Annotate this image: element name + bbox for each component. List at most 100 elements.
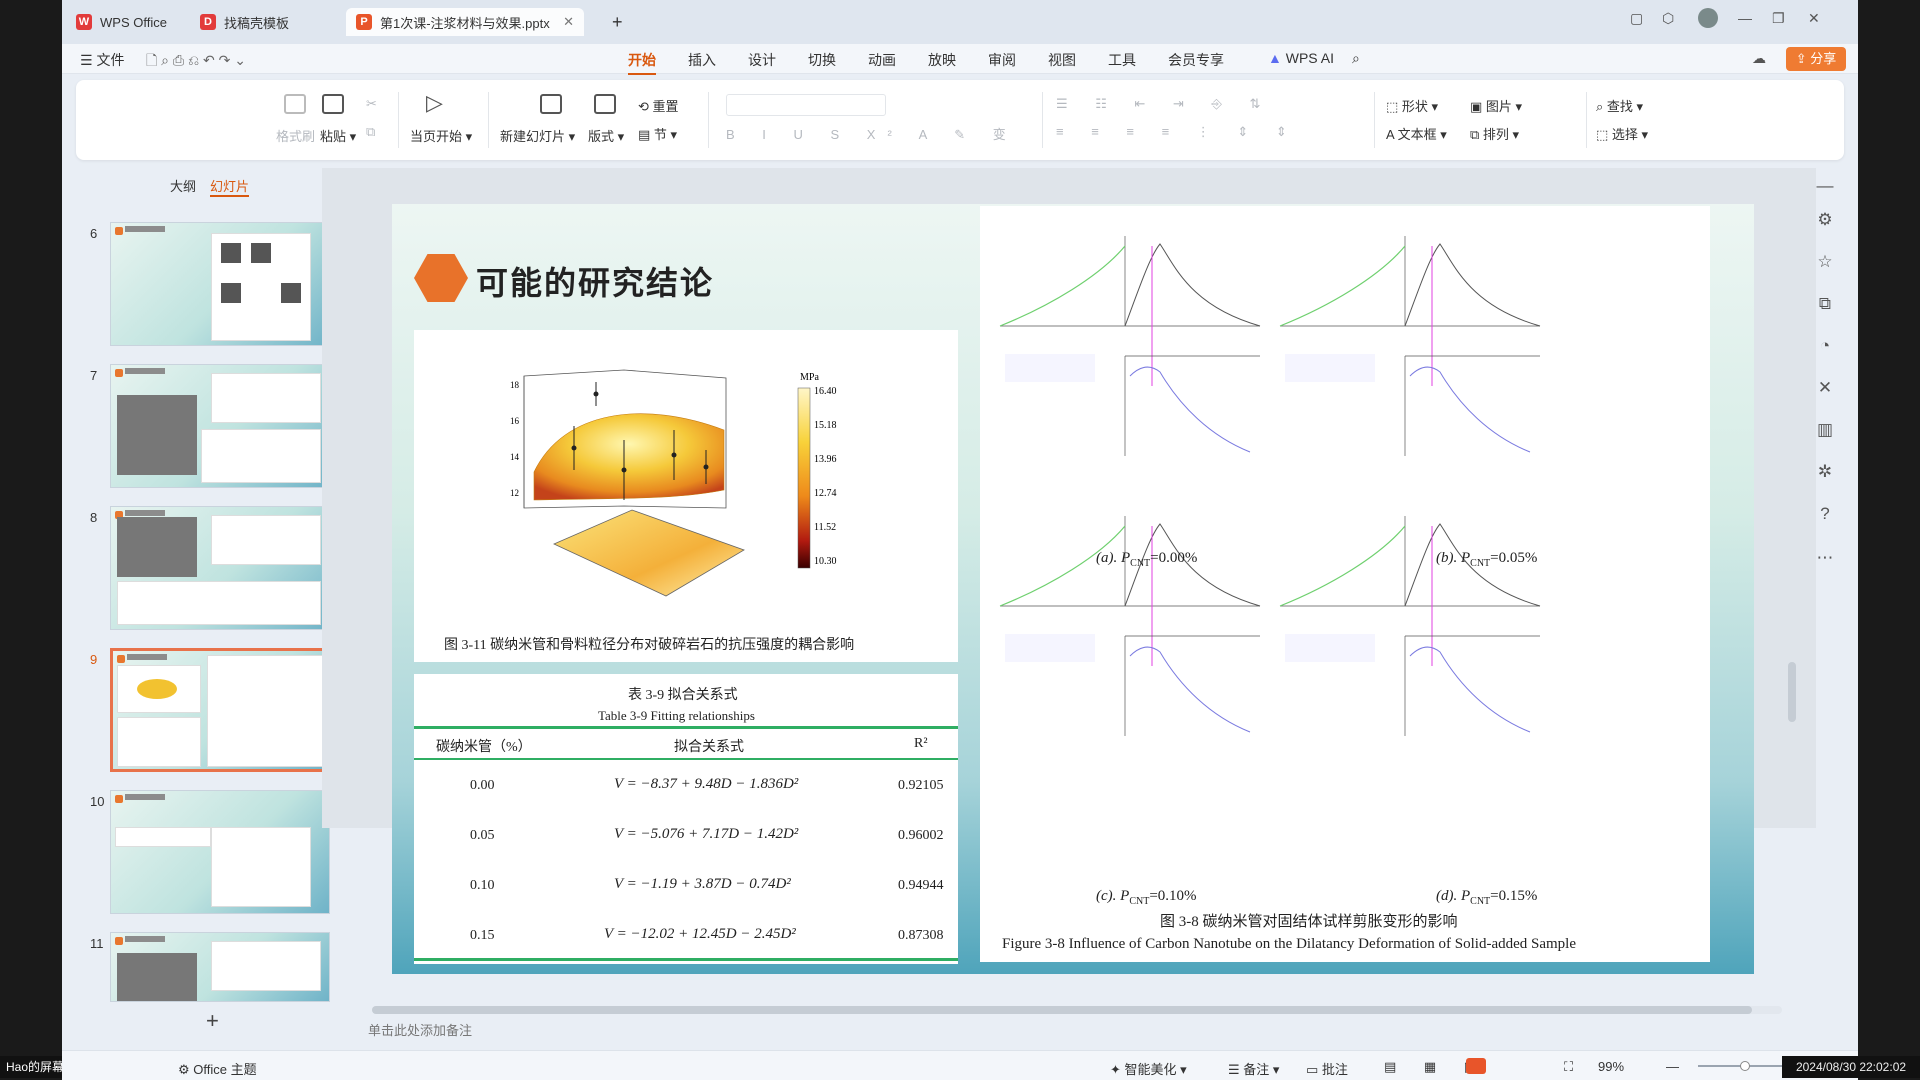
new-slide-button[interactable]: 新建幻灯片 ▾ (500, 126, 575, 145)
quick-access-icons[interactable]: 🗋 ⌕ ⎙ ⎌ ↶ ↷ ⌄ (146, 50, 246, 74)
star-icon[interactable]: ☆ (1814, 252, 1836, 274)
new-tab-button[interactable]: + (602, 8, 642, 36)
gear-icon[interactable]: ✲ (1814, 462, 1836, 484)
maximize-icon[interactable]: ❐ (1772, 10, 1785, 27)
arrange-button[interactable]: ⧉ 排列 ▾ (1470, 124, 1519, 143)
list-buttons[interactable]: ☰ ☷ ⇤ ⇥ ⎆ ⇅ (1056, 96, 1272, 112)
thumb-photo (221, 283, 241, 303)
menu-insert[interactable]: 插入 (688, 50, 716, 70)
menu-tools[interactable]: 工具 (1108, 50, 1136, 70)
svg-text:18: 18 (510, 380, 520, 390)
reset-button[interactable]: ⟲ 重置 (638, 96, 679, 115)
adjust-icon[interactable]: ⚙ (1814, 210, 1836, 232)
cut-icon[interactable]: ✂ (366, 96, 377, 112)
notes-placeholder[interactable]: 单击此处添加备注 (368, 1020, 472, 1039)
add-slide-button[interactable]: + (206, 1008, 219, 1034)
dilatancy-plots (999, 236, 1541, 736)
share-button[interactable]: ⇪ 分享 (1786, 47, 1846, 71)
slide-thumbnail-9[interactable] (110, 648, 330, 772)
close-window-icon[interactable]: ✕ (1808, 10, 1820, 27)
zoom-slider-thumb[interactable] (1740, 1061, 1750, 1071)
theme-indicator[interactable]: ⚙ Office 主题 (178, 1059, 257, 1078)
format-painter-button[interactable]: 格式刷 (276, 126, 315, 145)
slideshow-play-button[interactable] (1466, 1058, 1486, 1074)
tab-template[interactable]: D 找稿壳模板 (190, 8, 302, 36)
textbox-button[interactable]: A 文本框 ▾ (1386, 124, 1447, 143)
section-button[interactable]: ▤ 节 ▾ (638, 124, 677, 143)
font-style-buttons[interactable]: B I U S X² A ✎ 变 (726, 124, 1018, 143)
surface-plot: 18 16 14 12 MPa 16.40 15.18 13.96 12.74 … (510, 369, 837, 597)
slide-thumbnail-10[interactable] (110, 790, 330, 914)
menu-review[interactable]: 审阅 (988, 50, 1016, 70)
cube-icon[interactable]: ⬡ (1662, 10, 1674, 27)
menu-view[interactable]: 视图 (1048, 50, 1076, 70)
notes-button[interactable]: ☰ 备注 ▾ (1228, 1059, 1279, 1078)
vertical-scrollbar[interactable] (1788, 168, 1796, 1008)
tools-icon[interactable]: ✕ (1814, 378, 1836, 400)
cloud-upload-icon[interactable]: ☁ (1752, 50, 1766, 67)
window-layout-icon[interactable]: ▢ (1630, 10, 1643, 27)
thumb-title (127, 654, 167, 660)
slide-thumbnail-6[interactable] (110, 222, 330, 346)
slide-title[interactable]: 可能的研究结论 (476, 258, 714, 304)
zoom-out-icon[interactable]: — (1666, 1059, 1679, 1074)
tab-pptx[interactable]: P 第1次课-注浆材料与效果.pptx ✕ (346, 8, 584, 36)
smart-beautify-button[interactable]: ✦ 智能美化 ▾ (1110, 1059, 1187, 1078)
chart-icon[interactable]: ◔ (1814, 336, 1836, 358)
search-icon[interactable]: ⌕ (1352, 50, 1360, 67)
zoom-level[interactable]: 99% (1598, 1059, 1624, 1074)
thumb-table (117, 717, 201, 767)
align-buttons[interactable]: ≡ ≡ ≡ ≡ ⋮ ⇕ ⇕ (1056, 124, 1299, 140)
figure-3-8[interactable]: (a). PCNT=0.00% (b). PCNT=0.05% (c). PCN… (980, 206, 1710, 962)
table-header: 碳纳米管（%） (436, 740, 532, 755)
horizontal-scrollbar[interactable] (372, 1006, 1782, 1014)
minimize-panel-icon[interactable]: — (1814, 176, 1836, 198)
figure-3-8-caption-cn: 图 3-8 碳纳米管对固结体试样剪胀变形的影响 (1160, 914, 1458, 930)
copy-panel-icon[interactable]: ⧉ (1814, 294, 1836, 316)
subplot-a (999, 236, 1261, 456)
paste-button[interactable]: 粘贴 ▾ (320, 126, 356, 145)
picture-button[interactable]: ▣ 图片 ▾ (1470, 96, 1522, 115)
zoom-slider[interactable] (1698, 1061, 1788, 1071)
slide-thumbnail-11[interactable] (110, 932, 330, 1002)
copy-icon[interactable]: ⧉ (366, 124, 375, 140)
slide-thumbnail-8[interactable] (110, 506, 330, 630)
thumb-number: 9 (90, 652, 98, 667)
font-family-select[interactable] (726, 94, 886, 116)
fitting-table[interactable]: 表 3-9 拟合关系式 Table 3-9 Fitting relationsh… (414, 674, 958, 964)
ribbon-toolbar: 格式刷 粘贴 ▾ ✂ ⧉ ▷ 当页开始 ▾ 新建幻灯片 ▾ 版式 ▾ ⟲ 重置 … (76, 80, 1844, 160)
scroll-thumb[interactable] (372, 1006, 1752, 1014)
menu-design[interactable]: 设计 (748, 50, 776, 70)
from-current-button[interactable]: 当页开始 ▾ (410, 126, 472, 145)
wps-ai-button[interactable]: ▲ WPS AI (1268, 50, 1334, 66)
minimize-icon[interactable]: — (1738, 10, 1752, 26)
slide-thumbnail-7[interactable] (110, 364, 330, 488)
layout-button[interactable]: 版式 ▾ (588, 126, 624, 145)
book-icon[interactable]: ▥ (1814, 420, 1836, 442)
tab-wps-office[interactable]: W WPS Office (66, 8, 178, 36)
more-icon[interactable]: ⋯ (1814, 548, 1836, 570)
select-button[interactable]: ⬚ 选择 ▾ (1596, 124, 1648, 143)
menu-file[interactable]: ☰ 文件 (80, 50, 124, 70)
menu-animation[interactable]: 动画 (868, 50, 896, 70)
close-tab-icon[interactable]: ✕ (563, 14, 574, 30)
menu-slideshow[interactable]: 放映 (928, 50, 956, 70)
outline-tab[interactable]: 大纲 (170, 176, 196, 195)
menu-transition[interactable]: 切换 (808, 50, 836, 70)
scroll-thumb[interactable] (1788, 662, 1796, 722)
figure-3-11[interactable]: 18 16 14 12 MPa 16.40 15.18 13.96 12.74 … (414, 330, 958, 662)
slides-tab[interactable]: 幻灯片 (210, 176, 250, 197)
thumb-number: 10 (90, 794, 105, 809)
avatar[interactable] (1698, 8, 1718, 28)
menu-home[interactable]: 开始 (628, 50, 656, 75)
find-button[interactable]: ⌕ 查找 ▾ (1596, 96, 1643, 115)
shape-button[interactable]: ⬚ 形状 ▾ (1386, 96, 1438, 115)
surface (533, 413, 725, 501)
slide-panel: 大纲 幻灯片 ‹ 6 7 8 9 (62, 168, 360, 1033)
current-slide[interactable]: 可能的研究结论 18 16 14 12 MPa 16.40 15.18 13.9… (392, 204, 1754, 974)
table-cell: 0.87308 (898, 928, 944, 943)
help-icon[interactable]: ? (1814, 504, 1836, 526)
menu-member[interactable]: 会员专享 (1168, 50, 1224, 70)
comments-button[interactable]: ▭ 批注 (1306, 1059, 1348, 1078)
fit-window-icon[interactable]: ⛶ (1564, 1059, 1573, 1075)
